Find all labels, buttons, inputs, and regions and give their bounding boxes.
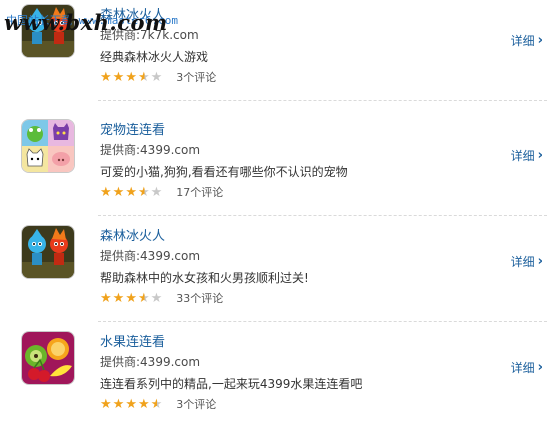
star-icon: ★: [112, 184, 125, 200]
detail-link[interactable]: 详细 ›: [511, 32, 543, 49]
game-rating: ★ ★ ★ ★ ★ 17个评论: [100, 184, 223, 200]
game-rating: ★ ★ ★ ★ ★ 33个评论: [100, 290, 223, 306]
list-item[interactable]: 宠物连连看 提供商:4399.com 可爱的小猫,狗狗,看看还有哪些你不认识的宠…: [0, 110, 555, 216]
star-icon: ★: [137, 396, 150, 412]
review-count: 33个评论: [176, 292, 224, 305]
game-rating: ★ ★ ★ ★ ★ 3个评论: [100, 69, 216, 85]
half-star-icon: ★: [137, 184, 150, 200]
fireboy-watergirl-icon[interactable]: [22, 226, 74, 278]
star-icon: ★: [125, 69, 137, 85]
game-description: 帮助森林中的水女孩和火男孩顺利过关!: [100, 271, 309, 285]
review-count: 17个评论: [176, 186, 224, 199]
star-icon: ★: [112, 69, 125, 85]
rating-stars: ★ ★ ★ ★ ★: [100, 71, 162, 84]
chevron-right-icon: ›: [537, 33, 543, 48]
game-rating: ★ ★ ★ ★ ★ 3个评论: [100, 396, 216, 412]
rating-stars: ★ ★ ★ ★ ★: [100, 186, 162, 199]
star-icon: ★: [125, 184, 137, 200]
game-provider: 提供商:4399.com: [100, 355, 201, 369]
star-icon: ★: [125, 290, 137, 306]
game-title[interactable]: 森林冰火人: [100, 225, 165, 244]
detail-label: 详细: [510, 34, 535, 48]
fruit-match-icon[interactable]: [22, 332, 74, 384]
detail-label: 详细: [510, 149, 535, 163]
star-icon: ★: [125, 396, 137, 412]
star-icon: ★: [112, 290, 125, 306]
empty-star-icon: ★: [150, 69, 163, 85]
game-title[interactable]: 宠物连连看: [100, 119, 165, 138]
game-description: 经典森林冰火人游戏: [100, 50, 209, 64]
rating-stars: ★ ★ ★ ★ ★: [100, 398, 162, 411]
pet-match-icon[interactable]: [22, 120, 74, 172]
chevron-right-icon: ›: [537, 148, 543, 163]
detail-label: 详细: [510, 255, 535, 269]
game-title[interactable]: 水果连连看: [100, 331, 165, 350]
empty-star-icon: ★: [150, 290, 163, 306]
game-provider: 提供商:4399.com: [100, 249, 201, 263]
detail-link[interactable]: 详细 ›: [511, 359, 543, 376]
star-icon: ★: [100, 396, 112, 412]
divider: [98, 100, 547, 101]
half-star-icon: ★: [137, 290, 150, 306]
detail-link[interactable]: 详细 ›: [511, 253, 543, 270]
review-count: 3个评论: [176, 71, 217, 84]
empty-star-icon: ★: [150, 184, 163, 200]
star-icon: ★: [112, 396, 125, 412]
list-item[interactable]: 水果连连看 提供商:4399.com 连连看系列中的精品,一起来玩4399水果连…: [0, 322, 555, 428]
chevron-right-icon: ›: [537, 254, 543, 269]
game-description: 连连看系列中的精品,一起来玩4399水果连连看吧: [100, 377, 363, 391]
star-icon: ★: [100, 184, 112, 200]
half-star-icon: ★: [137, 69, 150, 85]
half-star-icon: ★: [150, 396, 163, 412]
detail-link[interactable]: 详细 ›: [511, 147, 543, 164]
review-count: 3个评论: [176, 398, 217, 411]
star-icon: ★: [100, 69, 112, 85]
star-icon: ★: [100, 290, 112, 306]
watermark-site: www.bxh.com: [4, 10, 168, 35]
list-item[interactable]: 森林冰火人 提供商:4399.com 帮助森林中的水女孩和火男孩顺利过关! ★ …: [0, 216, 555, 322]
game-provider: 提供商:4399.com: [100, 143, 201, 157]
game-description: 可爱的小猫,狗狗,看看还有哪些你不认识的宠物: [100, 165, 348, 179]
rating-stars: ★ ★ ★ ★ ★: [100, 292, 162, 305]
chevron-right-icon: ›: [537, 360, 543, 375]
detail-label: 详细: [510, 361, 535, 375]
